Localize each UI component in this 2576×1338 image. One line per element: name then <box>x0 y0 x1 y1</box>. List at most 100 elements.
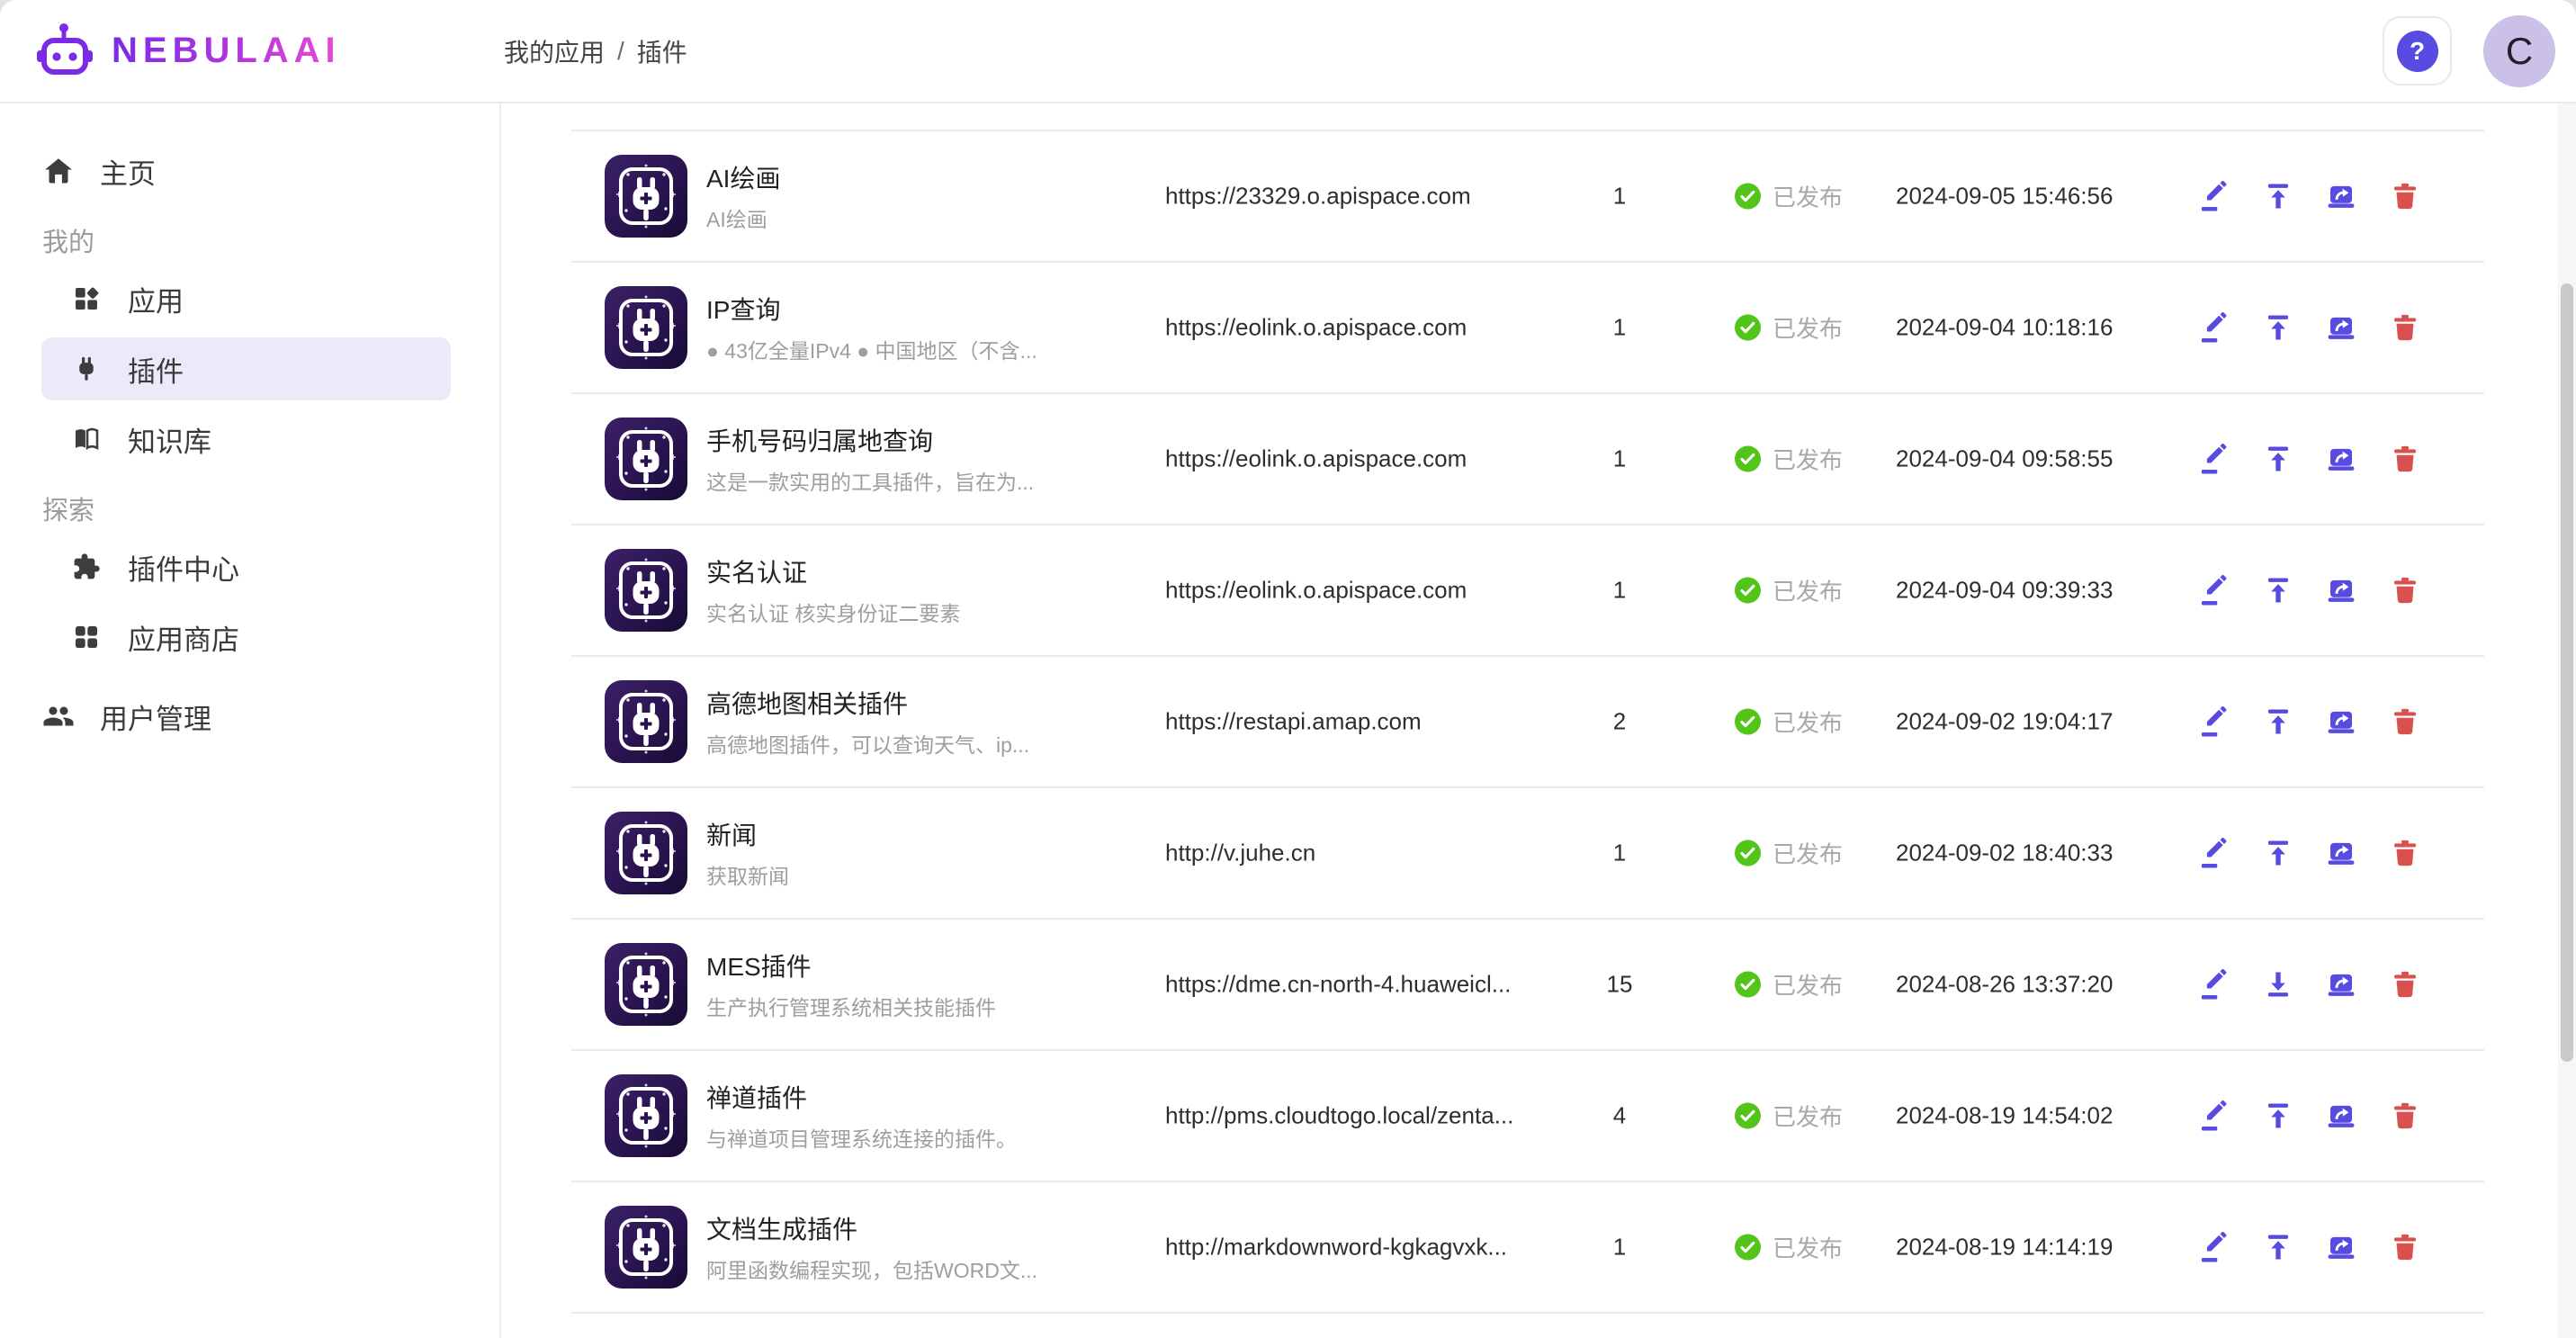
plugin-url: http://markdownword-kgkagvxk... <box>1165 1234 1561 1262</box>
table-row[interactable]: 文档生成插件 阿里函数编程实现，包括WORD文... http://markdo… <box>571 1182 2484 1314</box>
breadcrumb-parent[interactable]: 我的应用 <box>504 33 605 69</box>
plugin-tile-icon <box>605 549 687 632</box>
edit-button[interactable] <box>2198 180 2230 212</box>
plugin-url: http://pms.cloudtogo.local/zenta... <box>1165 1102 1561 1130</box>
delete-button[interactable] <box>2389 705 2421 738</box>
sidebar-item-home[interactable]: 主页 <box>0 139 499 202</box>
edit-button[interactable] <box>2198 574 2230 606</box>
download-button[interactable] <box>2262 968 2294 1001</box>
delete-button[interactable] <box>2389 968 2421 1001</box>
publish-button[interactable] <box>2325 968 2357 1001</box>
edit-button[interactable] <box>2198 968 2230 1001</box>
publish-button[interactable] <box>2325 443 2357 475</box>
publish-icon <box>2325 311 2357 344</box>
edit-icon <box>2198 443 2230 475</box>
upload-button[interactable] <box>2262 837 2294 869</box>
publish-button[interactable] <box>2325 837 2357 869</box>
delete-button[interactable] <box>2389 443 2421 475</box>
delete-button[interactable] <box>2389 180 2421 212</box>
delete-button[interactable] <box>2389 311 2421 344</box>
delete-button[interactable] <box>2389 574 2421 606</box>
publish-button[interactable] <box>2325 574 2357 606</box>
delete-button[interactable] <box>2389 1100 2421 1132</box>
check-circle-icon <box>1735 1103 1761 1129</box>
check-circle-icon <box>1735 184 1761 210</box>
edit-button[interactable] <box>2198 311 2230 344</box>
edit-icon <box>2198 705 2230 738</box>
edit-button[interactable] <box>2198 1231 2230 1263</box>
plugin-name: IP查询 <box>706 291 1037 327</box>
book-icon <box>72 425 101 453</box>
scrollbar[interactable] <box>2558 103 2576 1338</box>
upload-icon <box>2262 705 2294 738</box>
upload-button[interactable] <box>2262 705 2294 738</box>
upload-icon <box>2262 180 2294 212</box>
updated-time: 2024-08-26 13:37:20 <box>1896 971 2113 999</box>
sidebar-item-app-store[interactable]: 应用商店 <box>41 606 451 669</box>
status-label: 已发布 <box>1773 443 1843 476</box>
publish-button[interactable] <box>2325 311 2357 344</box>
grid-icon <box>72 623 101 651</box>
upload-button[interactable] <box>2262 1231 2294 1263</box>
logo-text: NEBULAAI <box>112 31 341 71</box>
question-mark-icon: ? <box>2397 31 2438 72</box>
check-circle-icon <box>1735 709 1761 735</box>
plugin-count: 2 <box>1566 708 1674 736</box>
upload-button[interactable] <box>2262 443 2294 475</box>
status-badge: 已发布 <box>1735 1231 1843 1264</box>
publish-icon <box>2325 1100 2357 1132</box>
upload-button[interactable] <box>2262 1100 2294 1132</box>
table-row[interactable]: 手机号码归属地查询 这是一款实用的工具插件，旨在为... https://eol… <box>571 394 2484 525</box>
edit-button[interactable] <box>2198 1100 2230 1132</box>
table-row[interactable]: AI绘画 AI绘画 https://23329.o.apispace.com 1… <box>571 131 2484 263</box>
plugin-info: MES插件 生产执行管理系统相关技能插件 <box>706 947 996 1021</box>
row-actions <box>2198 311 2421 344</box>
edit-button[interactable] <box>2198 443 2230 475</box>
scrollbar-thumb[interactable] <box>2561 283 2573 1062</box>
upload-button[interactable] <box>2262 311 2294 344</box>
publish-button[interactable] <box>2325 180 2357 212</box>
status-label: 已发布 <box>1773 837 1843 870</box>
delete-button[interactable] <box>2389 1231 2421 1263</box>
publish-icon <box>2325 574 2357 606</box>
table-row[interactable]: 禅道插件 与禅道项目管理系统连接的插件。 http://pms.cloudtog… <box>571 1051 2484 1182</box>
plugin-name: MES插件 <box>706 947 996 983</box>
upload-button[interactable] <box>2262 574 2294 606</box>
sidebar-item-user-management[interactable]: 用户管理 <box>0 685 499 748</box>
status-label: 已发布 <box>1773 574 1843 607</box>
plug-icon <box>72 355 101 383</box>
delete-button[interactable] <box>2389 837 2421 869</box>
status-badge: 已发布 <box>1735 1100 1843 1133</box>
publish-button[interactable] <box>2325 1100 2357 1132</box>
edit-button[interactable] <box>2198 837 2230 869</box>
plugin-description: 与禅道项目管理系统连接的插件。 <box>706 1122 1017 1153</box>
table-row[interactable]: 实名认证 实名认证 核实身份证二要素 https://eolink.o.apis… <box>571 525 2484 657</box>
publish-button[interactable] <box>2325 705 2357 738</box>
sidebar-item-label: 用户管理 <box>100 696 211 737</box>
edit-button[interactable] <box>2198 705 2230 738</box>
plugin-description: 生产执行管理系统相关技能插件 <box>706 991 996 1021</box>
logo[interactable]: NEBULAAI <box>36 0 341 102</box>
edit-icon <box>2198 311 2230 344</box>
avatar[interactable]: C <box>2483 15 2555 87</box>
sidebar-item-plugins[interactable]: 插件 <box>41 337 451 400</box>
status-label: 已发布 <box>1773 705 1843 739</box>
sidebar-item-knowledge[interactable]: 知识库 <box>41 408 451 471</box>
table-row[interactable]: IP查询 ● 43亿全量IPv4 ● 中国地区（不含... https://eo… <box>571 263 2484 394</box>
help-button[interactable]: ? <box>2383 16 2452 85</box>
plugin-name: 文档生成插件 <box>706 1210 1037 1246</box>
table-row[interactable]: MES插件 生产执行管理系统相关技能插件 https://dme.cn-nort… <box>571 920 2484 1051</box>
publish-button[interactable] <box>2325 1231 2357 1263</box>
sidebar-section-my: 我的 <box>0 220 499 260</box>
trash-icon <box>2389 705 2421 738</box>
sidebar-item-apps[interactable]: 应用 <box>41 267 451 330</box>
plugin-count: 1 <box>1566 314 1674 342</box>
plugin-description: 获取新闻 <box>706 859 789 890</box>
sidebar-item-plugin-center[interactable]: 插件中心 <box>41 535 451 598</box>
table-row[interactable]: 新闻 获取新闻 http://v.juhe.cn 1 已发布 2024-09-0… <box>571 788 2484 920</box>
upload-button[interactable] <box>2262 180 2294 212</box>
plugin-url: https://eolink.o.apispace.com <box>1165 577 1561 605</box>
trash-icon <box>2389 1231 2421 1263</box>
table-row[interactable]: 高德地图相关插件 高德地图插件，可以查询天气、ip... https://res… <box>571 657 2484 788</box>
row-actions <box>2198 180 2421 212</box>
